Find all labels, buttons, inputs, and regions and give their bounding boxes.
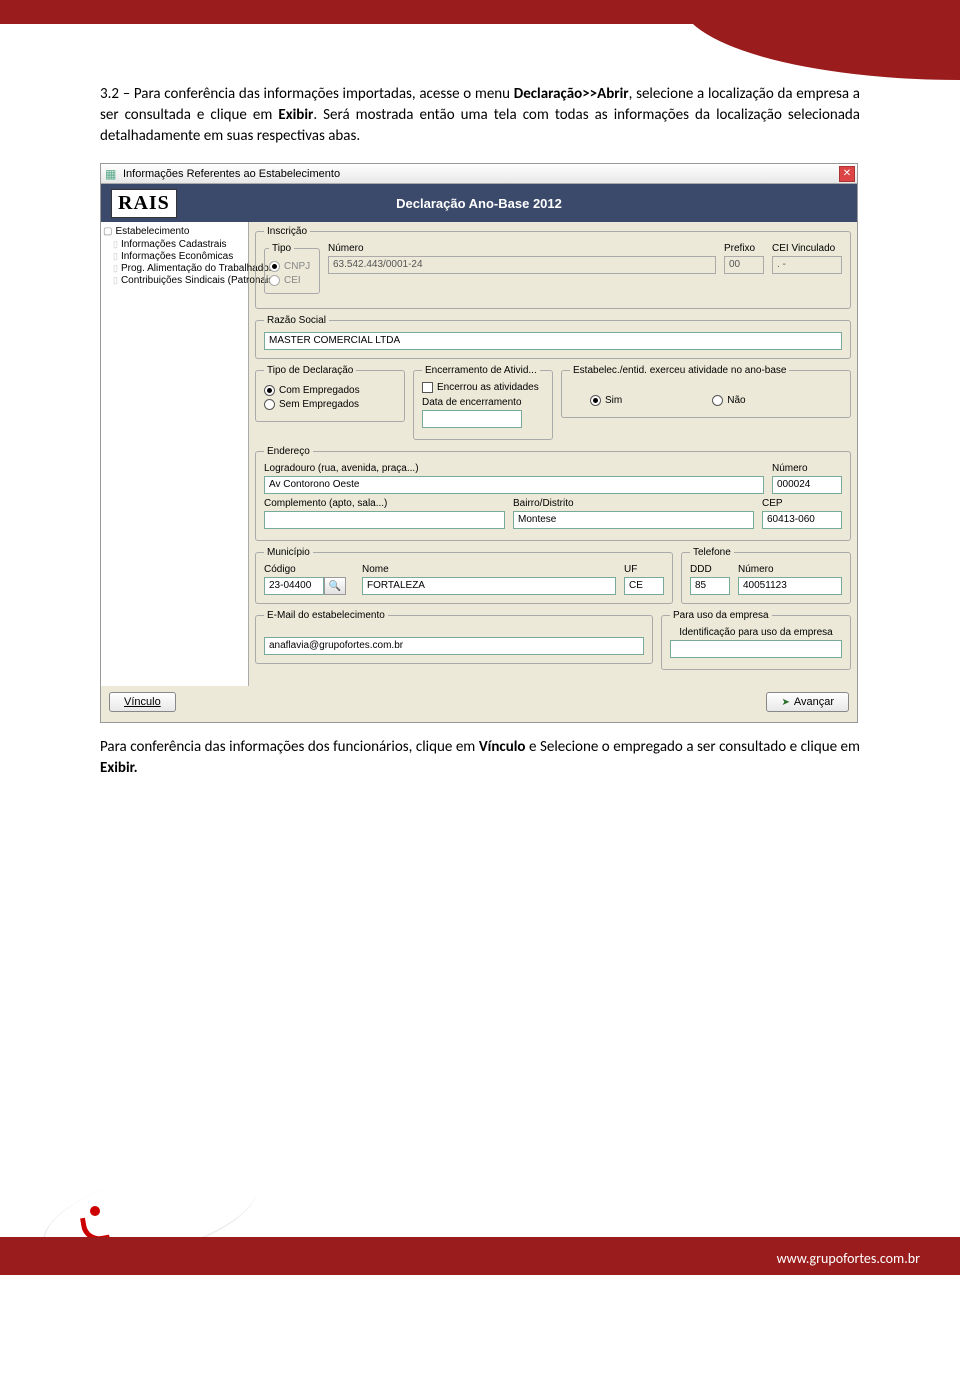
fieldset-endereco: Endereço Logradouro (rua, avenida, praça… <box>255 446 851 541</box>
bairro-label: Bairro/Distrito <box>513 498 754 509</box>
radio-icon <box>264 385 275 396</box>
zoom-button[interactable]: 🔍 <box>324 577 346 595</box>
cod-input[interactable]: 23-04400 <box>264 577 324 595</box>
logr-label: Logradouro (rua, avenida, praça...) <box>264 463 764 474</box>
fieldset-razao: Razão Social MASTER COMERCIAL LTDA <box>255 315 851 359</box>
rais-logo: RAIS <box>111 189 177 218</box>
doc-footer: FORTES www.grupofortes.com.br <box>0 1155 960 1275</box>
tree-item-cadastrais[interactable]: Informações Cadastrais <box>103 239 246 250</box>
end-num-label: Número <box>772 463 842 474</box>
uf-input[interactable]: CE <box>624 577 664 595</box>
tree-root[interactable]: Estabelecimento <box>103 226 246 237</box>
form-pane: Inscrição Tipo CNPJ CEI <box>249 222 857 686</box>
radio-sem-empregados[interactable]: Sem Empregados <box>264 399 396 410</box>
uso-emp-label: Identificação para uso da empresa <box>670 627 842 638</box>
radio-cnpj[interactable]: CNPJ <box>269 261 315 272</box>
radio-sim[interactable]: Sim <box>590 395 622 406</box>
check-encerrou[interactable]: Encerrou as atividades <box>422 382 544 393</box>
uso-emp-input[interactable] <box>670 640 842 658</box>
cei-vinc-input[interactable]: . - <box>772 256 842 274</box>
telefone-legend: Telefone <box>690 547 734 558</box>
checkbox-icon <box>422 382 433 393</box>
radio-icon <box>269 261 280 272</box>
tipo-decl-legend: Tipo de Declaração <box>264 365 356 376</box>
tree-item-alimentacao[interactable]: Prog. Alimentação do Trabalhador <box>103 263 246 274</box>
fieldset-email: E-Mail do estabelecimento anaflavia@grup… <box>255 610 653 664</box>
radio-icon <box>590 395 601 406</box>
uf-label: UF <box>624 564 664 575</box>
razao-input[interactable]: MASTER COMERCIAL LTDA <box>264 332 842 350</box>
banner-title: Declaração Ano-Base 2012 <box>396 196 562 211</box>
tipo-legend: Tipo <box>269 243 294 254</box>
radio-nao[interactable]: Não <box>712 395 745 406</box>
email-legend: E-Mail do estabelecimento <box>264 610 388 621</box>
fieldset-tipo-declaracao: Tipo de Declaração Com Empregados Sem Em… <box>255 365 405 422</box>
ddd-input[interactable]: 85 <box>690 577 730 595</box>
prefixo-label: Prefixo <box>724 243 764 254</box>
bairro-input[interactable]: Montese <box>513 511 754 529</box>
app-banner: RAIS Declaração Ano-Base 2012 <box>101 184 857 222</box>
footer-url: www.grupofortes.com.br <box>777 1250 920 1267</box>
prefixo-input[interactable]: 00 <box>724 256 764 274</box>
radio-icon <box>264 399 275 410</box>
end-num-input[interactable]: 000024 <box>772 476 842 494</box>
nome-label: Nome <box>362 564 616 575</box>
app-screenshot: Informações Referentes ao Estabeleciment… <box>100 163 858 723</box>
fieldset-inscricao: Inscrição Tipo CNPJ CEI <box>255 226 851 309</box>
window-title: Informações Referentes ao Estabeleciment… <box>123 168 340 180</box>
numero-input[interactable]: 63.542.443/0001-24 <box>328 256 716 274</box>
paragraph-2: Para conferência das informações dos fun… <box>100 737 860 779</box>
logr-input[interactable]: Av Contorono Oeste <box>264 476 764 494</box>
razao-legend: Razão Social <box>264 315 329 326</box>
window-titlebar: Informações Referentes ao Estabeleciment… <box>101 164 857 184</box>
uso-emp-legend: Para uso da empresa <box>670 610 772 621</box>
fieldset-telefone: Telefone DDD 85 Número 40051123 <box>681 547 851 604</box>
radio-cei[interactable]: CEI <box>269 275 315 286</box>
paragraph-1: 3.2 – Para conferência das informações i… <box>100 84 860 147</box>
encerr-legend: Encerramento de Ativid... <box>422 365 540 376</box>
tree-item-sindicais[interactable]: Contribuições Sindicais (Patronais) <box>103 275 246 286</box>
compl-input[interactable] <box>264 511 505 529</box>
fieldset-encerramento: Encerramento de Ativid... Encerrou as at… <box>413 365 553 440</box>
data-encerr-label: Data de encerramento <box>422 397 544 408</box>
radio-icon <box>269 275 280 286</box>
numero-label: Número <box>328 243 716 254</box>
ddd-label: DDD <box>690 564 730 575</box>
radio-com-empregados[interactable]: Com Empregados <box>264 385 396 396</box>
cod-label: Código <box>264 564 354 575</box>
fieldset-uso-empresa: Para uso da empresa Identificação para u… <box>661 610 851 670</box>
cep-label: CEP <box>762 498 842 509</box>
tel-num-input[interactable]: 40051123 <box>738 577 842 595</box>
cei-vinc-label: CEI Vinculado <box>772 243 842 254</box>
window-icon <box>105 167 119 181</box>
compl-label: Complemento (apto, sala...) <box>264 498 505 509</box>
fieldset-tipo: Tipo CNPJ CEI <box>264 243 320 294</box>
close-icon[interactable]: ✕ <box>839 166 855 182</box>
inscricao-legend: Inscrição <box>264 226 310 237</box>
cep-input[interactable]: 60413-060 <box>762 511 842 529</box>
avancar-button[interactable]: Avançar <box>766 692 849 712</box>
vinculo-button[interactable]: Vínculo <box>109 692 176 712</box>
email-input[interactable]: anaflavia@grupofortes.com.br <box>264 637 644 655</box>
nome-input[interactable]: FORTALEZA <box>362 577 616 595</box>
dialog-footer: Vínculo Avançar <box>101 686 857 722</box>
tel-num-label: Número <box>738 564 842 575</box>
arrow-right-icon <box>781 696 789 708</box>
tree-pane: Estabelecimento Informações Cadastrais I… <box>101 222 249 686</box>
magnifier-icon: 🔍 <box>329 581 341 592</box>
fieldset-municipio: Município Código 23-04400 🔍 Nome <box>255 547 673 604</box>
tree-item-economicas[interactable]: Informações Econômicas <box>103 251 246 262</box>
endereco-legend: Endereço <box>264 446 313 457</box>
radio-icon <box>712 395 723 406</box>
data-encerr-input[interactable] <box>422 410 522 428</box>
municipio-legend: Município <box>264 547 313 558</box>
fieldset-exerceu: Estabelec./entid. exerceu atividade no a… <box>561 365 851 418</box>
exerceu-legend: Estabelec./entid. exerceu atividade no a… <box>570 365 789 376</box>
